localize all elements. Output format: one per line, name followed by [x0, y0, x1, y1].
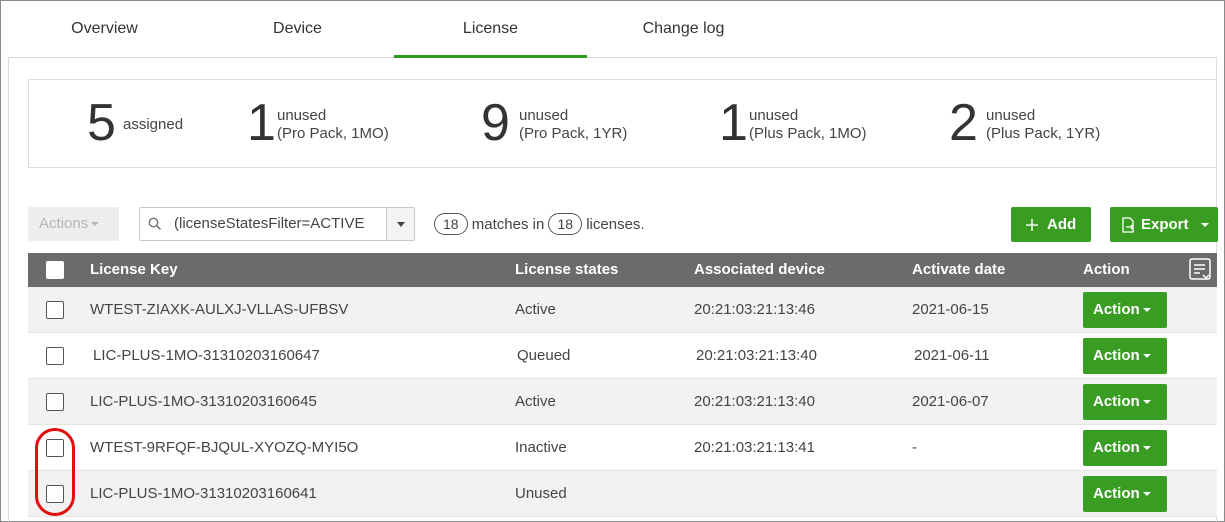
checkbox-highlight-annotation	[35, 428, 75, 516]
summary-sublabel: (Pro Pack, 1YR)	[519, 125, 628, 142]
license-key-cell: LIC-PLUS-1MO-31310203160647	[93, 347, 320, 364]
summary-sublabel: (Plus Pack, 1YR)	[986, 125, 1101, 142]
table-row[interactable]: WTEST-ZIAXK-AULXJ-VLLAS-UFBSV Active 20:…	[28, 287, 1217, 333]
row-action-label: Action	[1093, 347, 1140, 364]
tab-change-log[interactable]: Change log	[587, 0, 780, 58]
column-header-license-states[interactable]: License states	[515, 253, 618, 287]
total-count-badge: 18	[548, 213, 583, 235]
associated-device-cell: 20:21:03:21:13:46	[694, 301, 815, 318]
summary-sublabel: (Plus Pack, 1MO)	[749, 125, 867, 142]
row-action-label: Action	[1093, 485, 1140, 502]
row-action-label: Action	[1093, 301, 1140, 318]
matches-count-badge: 18	[434, 213, 468, 235]
license-key-cell: LIC-PLUS-1MO-31310203160641	[90, 485, 317, 502]
column-header-activate-date[interactable]: Activate date	[912, 253, 1005, 287]
tab-device[interactable]: Device	[201, 0, 394, 58]
add-label: Add	[1047, 216, 1077, 233]
select-all-checkbox[interactable]	[46, 261, 64, 279]
licenses-text: licenses.	[586, 216, 645, 233]
match-count-summary: 18 matches in 18 licenses.	[434, 213, 645, 237]
table-row[interactable]: LIC-PLUS-1MO-31310203160647 Queued 20:21…	[28, 333, 1217, 379]
row-action-button[interactable]: Action	[1083, 430, 1167, 466]
summary-count: 2	[949, 94, 978, 152]
summary-count: 9	[481, 94, 510, 152]
plus-icon	[1026, 219, 1038, 231]
chevron-down-icon	[1142, 354, 1151, 359]
table-row[interactable]: LIC-PLUS-1MO-31310203160641 Unused Actio…	[28, 471, 1217, 517]
tab-bar: Overview Device License Change log	[8, 0, 1217, 58]
license-key-cell: WTEST-ZIAXK-AULXJ-VLLAS-UFBSV	[90, 301, 349, 318]
matches-text: matches in	[471, 216, 545, 233]
license-table: License Key License states Associated de…	[28, 253, 1217, 517]
search-icon	[148, 217, 162, 231]
license-summary: 5 assigned 1 unused (Pro Pack, 1MO) 9 un…	[28, 79, 1217, 168]
table-header: License Key License states Associated de…	[28, 253, 1217, 287]
summary-count: 5	[87, 94, 116, 152]
row-action-button[interactable]: Action	[1083, 476, 1167, 512]
activate-date-cell: -	[912, 439, 917, 456]
search-dropdown-button[interactable]	[386, 208, 414, 240]
search-filter[interactable]: (licenseStatesFilter=ACTIVE	[139, 207, 415, 241]
row-action-button[interactable]: Action	[1083, 292, 1167, 328]
add-button[interactable]: Add	[1011, 207, 1091, 242]
license-key-cell: WTEST-9RFQF-BJQUL-XYOZQ-MYI5O	[90, 439, 359, 456]
summary-label: unused	[277, 107, 327, 124]
chevron-down-icon	[1142, 446, 1151, 451]
bulk-actions-label: Actions	[39, 215, 89, 232]
column-header-associated-device[interactable]: Associated device	[694, 253, 825, 287]
summary-label: unused	[749, 107, 799, 124]
license-state-cell: Queued	[517, 347, 571, 364]
tab-license[interactable]: License	[394, 0, 587, 58]
summary-label: unused	[519, 107, 569, 124]
associated-device-cell: 20:21:03:21:13:40	[694, 393, 815, 410]
chevron-down-icon	[91, 222, 100, 227]
license-state-cell: Inactive	[515, 439, 567, 456]
export-button[interactable]: Export	[1110, 207, 1218, 242]
column-settings-icon[interactable]	[1188, 257, 1214, 283]
column-header-action: Action	[1083, 261, 1130, 278]
associated-device-cell: 20:21:03:21:13:40	[696, 347, 817, 364]
export-label: Export	[1141, 216, 1189, 233]
chevron-down-icon	[1142, 400, 1151, 405]
license-state-cell: Active	[515, 393, 556, 410]
row-action-label: Action	[1093, 439, 1140, 456]
summary-sublabel: (Pro Pack, 1MO)	[277, 125, 389, 142]
activate-date-cell: 2021-06-15	[912, 301, 989, 318]
license-state-cell: Unused	[515, 485, 567, 502]
search-input[interactable]: (licenseStatesFilter=ACTIVE	[174, 208, 386, 240]
chevron-down-icon	[1142, 308, 1151, 313]
chevron-down-icon	[1201, 223, 1209, 227]
summary-label: unused	[986, 107, 1036, 124]
column-header-license-key[interactable]: License Key	[90, 253, 178, 287]
table-row[interactable]: WTEST-9RFQF-BJQUL-XYOZQ-MYI5O Inactive 2…	[28, 425, 1217, 471]
table-row[interactable]: LIC-PLUS-1MO-31310203160645 Active 20:21…	[28, 379, 1217, 425]
tab-overview[interactable]: Overview	[8, 0, 201, 58]
row-action-button[interactable]: Action	[1083, 384, 1167, 420]
activate-date-cell: 2021-06-11	[914, 347, 990, 364]
license-key-cell: LIC-PLUS-1MO-31310203160645	[90, 393, 317, 410]
license-state-cell: Active	[515, 301, 556, 318]
activate-date-cell: 2021-06-07	[912, 393, 989, 410]
summary-label: assigned	[123, 116, 184, 133]
summary-count: 1	[719, 94, 748, 152]
row-action-label: Action	[1093, 393, 1140, 410]
row-checkbox[interactable]	[46, 347, 64, 365]
bulk-actions-button[interactable]: Actions	[28, 207, 119, 241]
row-action-button[interactable]: Action	[1083, 338, 1167, 374]
row-checkbox[interactable]	[46, 393, 64, 411]
summary-count: 1	[247, 94, 276, 152]
export-file-icon	[1122, 217, 1134, 233]
chevron-down-icon	[1142, 492, 1151, 497]
row-checkbox[interactable]	[46, 301, 64, 319]
associated-device-cell: 20:21:03:21:13:41	[694, 439, 815, 456]
